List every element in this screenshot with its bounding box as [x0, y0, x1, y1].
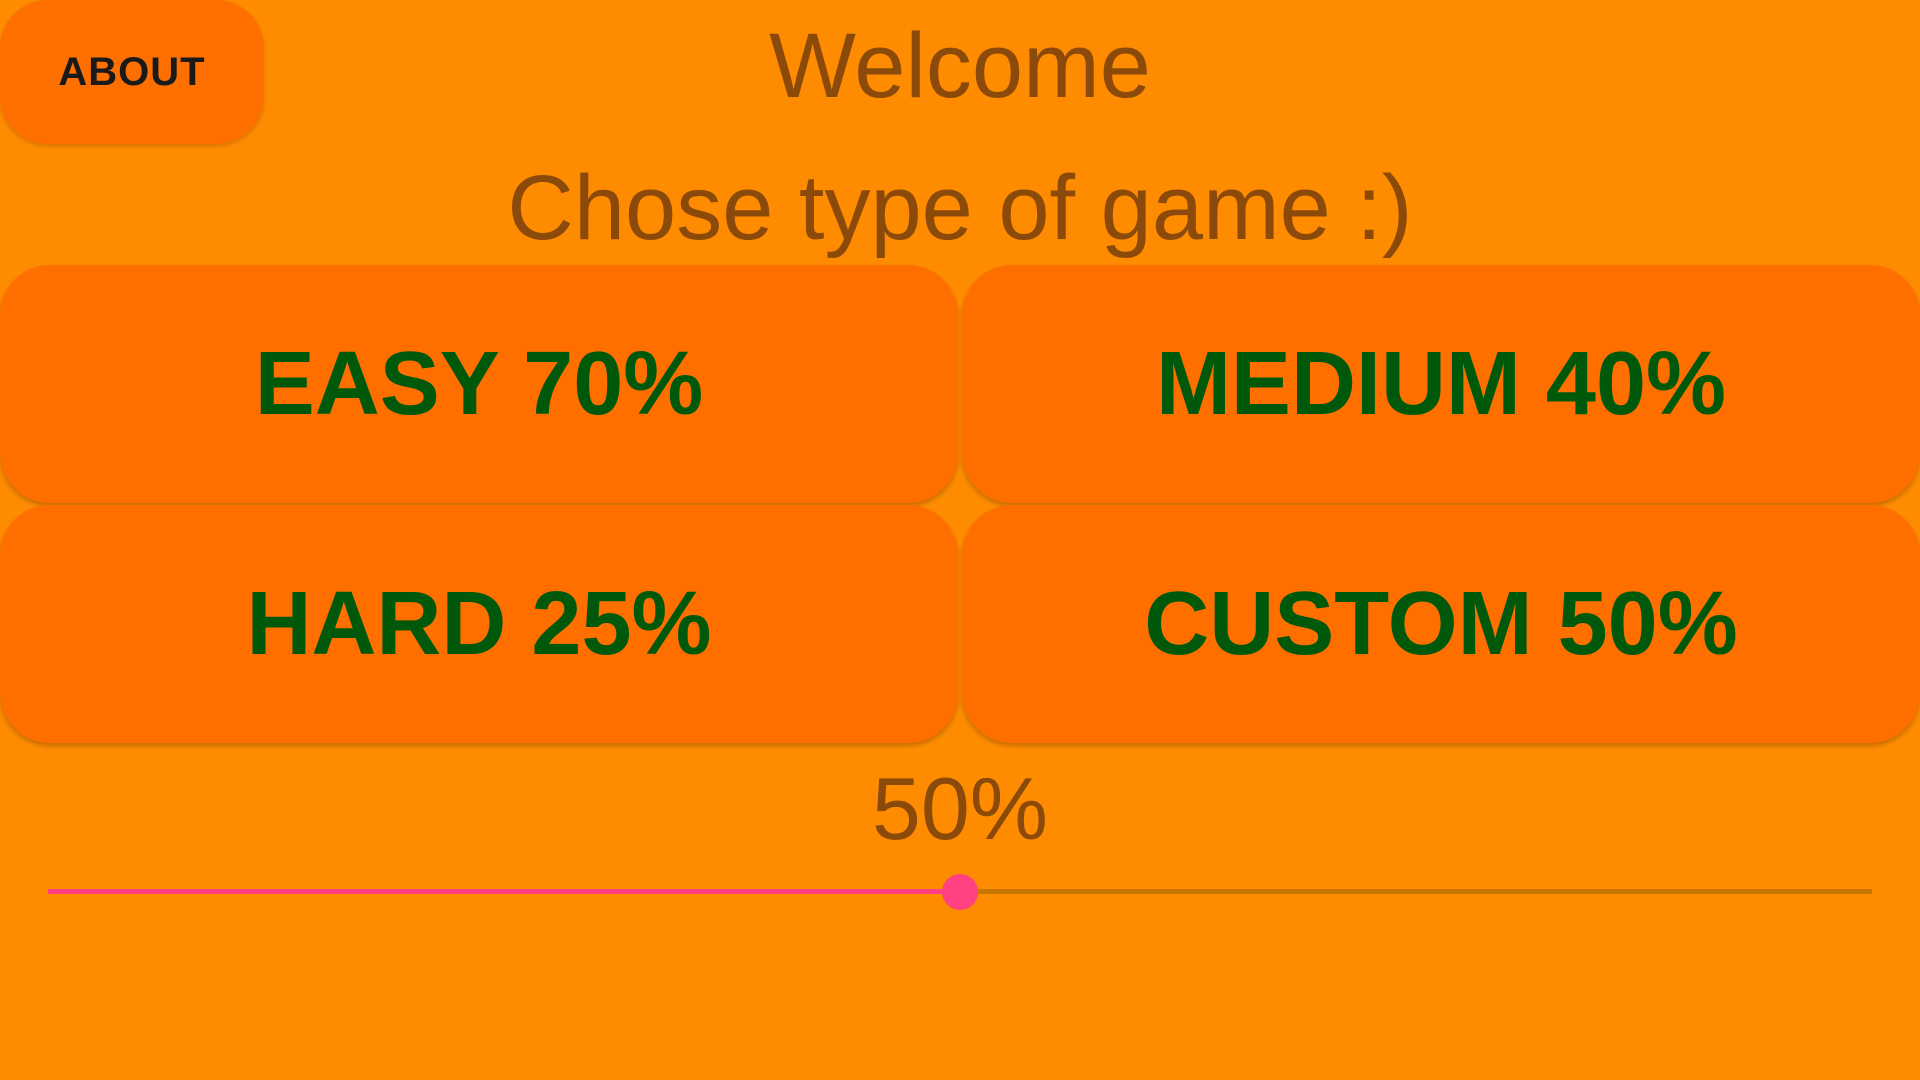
slider-fill — [48, 889, 960, 894]
slider-thumb[interactable] — [942, 874, 978, 910]
percent-slider[interactable] — [48, 868, 1872, 916]
welcome-title: Welcome — [769, 15, 1151, 117]
medium-button[interactable]: MEDIUM 40% — [962, 265, 1920, 503]
choose-game-subtitle: Chose type of game :) — [507, 157, 1413, 259]
custom-button[interactable]: CUSTOM 50% — [962, 505, 1920, 743]
hard-button[interactable]: HARD 25% — [0, 505, 958, 743]
easy-button[interactable]: EASY 70% — [0, 265, 958, 503]
custom-percent-label: 50% — [871, 759, 1049, 858]
